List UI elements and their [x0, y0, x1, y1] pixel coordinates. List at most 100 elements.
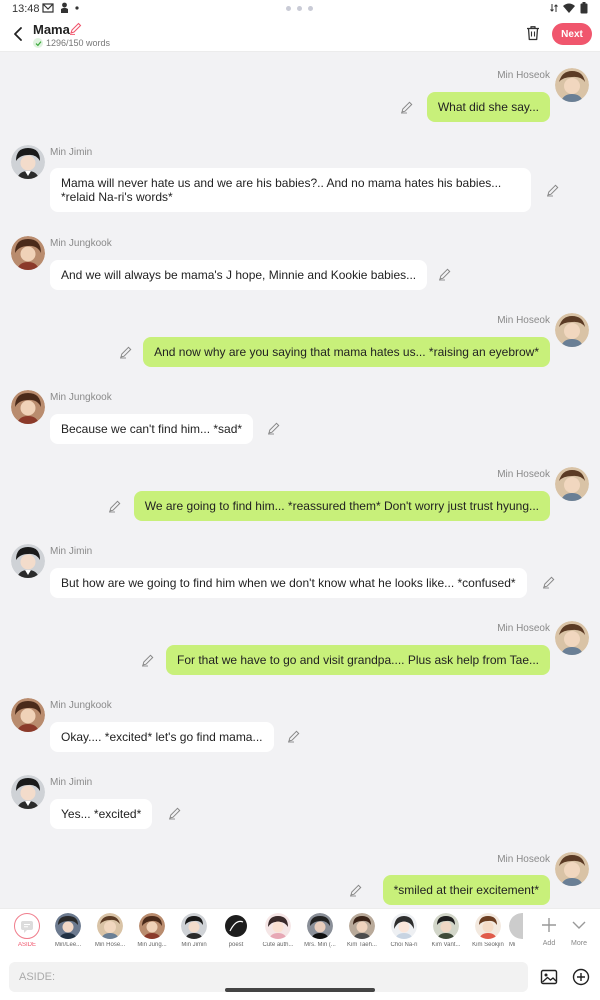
avatar[interactable]	[555, 621, 589, 655]
character-selector: ASIDE Min/Lee... Min Hose... Min Jung...…	[0, 908, 600, 954]
message-row: Min Jungkook And we will always be mama'…	[0, 235, 600, 295]
edit-message-button[interactable]	[141, 653, 155, 667]
character-name: Kim Seokjin	[472, 942, 504, 948]
add-character-button[interactable]: Add	[534, 913, 564, 947]
message-bubble: Okay.... *excited* let's go find mama...	[50, 722, 274, 752]
edit-icon	[350, 884, 362, 897]
character-item[interactable]: Mrs. Min (...	[299, 913, 341, 948]
character-item[interactable]: poest	[215, 913, 257, 948]
message-bubble: Mama will never hate us and we are his b…	[50, 168, 531, 212]
message-row: Min Hoseok What did she say...	[0, 68, 600, 128]
edit-message-button[interactable]	[119, 345, 133, 359]
edit-message-button[interactable]	[546, 183, 560, 197]
character-item[interactable]: Mi	[509, 913, 523, 948]
sender-name: Min Jungkook	[50, 238, 112, 249]
character-item[interactable]: Choi Na-ri	[383, 913, 425, 948]
edit-icon	[288, 730, 300, 743]
avatar[interactable]	[555, 68, 589, 102]
edit-message-button[interactable]	[168, 806, 182, 820]
character-name: Min Hose...	[94, 942, 126, 948]
delete-button[interactable]	[524, 24, 542, 47]
avatar[interactable]	[11, 698, 45, 732]
message-row: Min Jimin But how are we going to find h…	[0, 543, 600, 603]
avatar	[265, 913, 291, 939]
avatar[interactable]	[555, 467, 589, 501]
character-item[interactable]: Min Jimin	[173, 913, 215, 948]
edit-icon	[439, 268, 451, 281]
image-button[interactable]	[540, 968, 558, 991]
word-count-text: 1296/150 words	[46, 38, 111, 48]
character-item[interactable]: Kim Seokjin	[467, 913, 509, 948]
back-arrow-icon	[14, 27, 22, 41]
edit-icon	[109, 500, 121, 513]
edit-message-button[interactable]	[542, 575, 556, 589]
chat-header: Mama 1296/150 words Next	[0, 18, 600, 52]
character-name: Kim Vant...	[431, 942, 461, 948]
dot-icon	[75, 5, 79, 10]
avatar[interactable]	[11, 236, 45, 270]
avatar	[433, 913, 459, 939]
word-count: 1296/150 words	[33, 38, 110, 48]
character-item[interactable]: Kim Vant...	[425, 913, 467, 948]
character-name: Min Jimin	[181, 942, 207, 948]
edit-message-button[interactable]	[400, 100, 414, 114]
message-bubble: And we will always be mama's J hope, Min…	[50, 260, 428, 290]
avatar	[391, 913, 417, 939]
chat-area[interactable]: Min Hoseok What did she say... Min Jimin…	[0, 52, 600, 908]
character-item[interactable]: Min/Lee...	[47, 913, 89, 948]
avatar	[509, 913, 523, 939]
edit-icon	[401, 101, 413, 114]
person-icon	[61, 2, 68, 13]
avatar[interactable]	[555, 852, 589, 886]
attach-button[interactable]	[572, 968, 590, 991]
character-name: poest	[228, 942, 244, 948]
sender-name: Min Jungkook	[50, 392, 112, 403]
message-row: Min Hoseok *smiled at their excitement*	[0, 852, 600, 908]
edit-icon	[547, 184, 559, 197]
message-bubble: *smiled at their excitement*	[382, 875, 550, 905]
mail-icon	[42, 2, 54, 13]
sender-name: Min Jungkook	[50, 700, 112, 711]
edit-message-button[interactable]	[108, 499, 122, 513]
sender-name: Min Jimin	[50, 777, 93, 788]
edit-message-button[interactable]	[267, 421, 281, 435]
chevron-down-icon	[572, 921, 586, 929]
character-item[interactable]: Min Hose...	[89, 913, 131, 948]
character-item[interactable]: Min Jung...	[131, 913, 173, 948]
chat-bubble-icon	[21, 921, 33, 933]
character-name: ASIDE	[17, 942, 36, 948]
data-arrows-icon	[550, 4, 558, 12]
edit-message-button[interactable]	[438, 267, 452, 281]
character-item[interactable]: Cute auth...	[257, 913, 299, 948]
check-icon	[33, 38, 43, 48]
message-row: Min Jungkook Okay.... *excited* let's go…	[0, 697, 600, 757]
character-item[interactable]: Kim Taeh...	[341, 913, 383, 948]
character-name: Mrs. Min (...	[304, 942, 336, 948]
avatar[interactable]	[11, 145, 45, 179]
character-aside[interactable]: ASIDE	[6, 913, 48, 948]
battery-icon	[580, 2, 588, 14]
avatar[interactable]	[11, 390, 45, 424]
sender-name: Min Hoseok	[497, 315, 550, 326]
next-button[interactable]: Next	[552, 23, 592, 45]
avatar	[55, 913, 81, 939]
input-bar	[0, 954, 600, 1000]
sender-name: Min Hoseok	[497, 469, 550, 480]
avatar[interactable]	[11, 775, 45, 809]
back-button[interactable]	[8, 24, 28, 44]
character-name: Min Jung...	[137, 942, 167, 948]
edit-message-button[interactable]	[287, 729, 301, 743]
status-time: 13:48	[12, 3, 40, 15]
message-bubble: We are going to find him... *reassured t…	[133, 491, 550, 521]
more-label: More	[571, 940, 587, 947]
avatar[interactable]	[11, 544, 45, 578]
character-name: Choi Na-ri	[390, 942, 418, 948]
character-name: Cute auth...	[262, 942, 294, 948]
avatar	[307, 913, 333, 939]
edit-message-button[interactable]	[349, 883, 363, 897]
avatar[interactable]	[555, 313, 589, 347]
more-button[interactable]: More	[564, 913, 594, 947]
home-indicator[interactable]	[225, 988, 375, 992]
character-name: Kim Taeh...	[347, 942, 377, 948]
edit-icon	[169, 807, 181, 820]
